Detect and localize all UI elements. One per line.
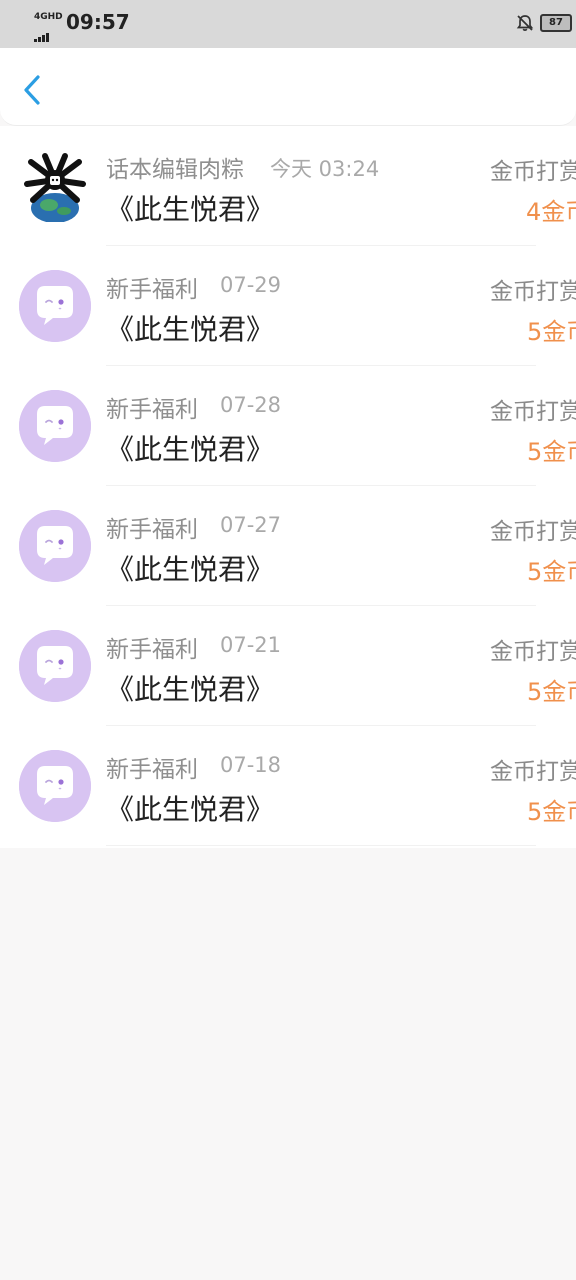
chat-bubble-avatar[interactable] (19, 510, 91, 582)
reward-type: 金币打赏 (490, 519, 576, 545)
sender-name: 新手福利 (106, 517, 198, 543)
battery-icon: 87 (540, 14, 572, 32)
reward-record-list: 话本编辑肉粽今天 03:24《此生悦君》金币打赏4金币 新手福利07-29《此生… (0, 126, 576, 848)
book-title: 《此生悦君》 (106, 313, 275, 346)
reward-amount: 5金币 (527, 318, 576, 346)
status-bar: 4GHD 09:57 87 (0, 0, 576, 48)
back-icon[interactable] (14, 70, 50, 110)
sender-name: 新手福利 (106, 757, 198, 783)
chat-bubble-avatar[interactable] (19, 630, 91, 702)
book-title: 《此生悦君》 (106, 673, 275, 706)
reward-type: 金币打赏 (490, 639, 576, 665)
record-date: 07-27 (220, 513, 282, 537)
reward-amount: 5金币 (527, 678, 576, 706)
battery-level: 87 (549, 17, 563, 28)
row-divider (106, 845, 536, 846)
book-title: 《此生悦君》 (106, 553, 275, 586)
reward-type: 金币打赏 (490, 759, 576, 785)
list-item[interactable]: 新手福利 07-27 《此生悦君》 金币打赏 5金币 (0, 486, 576, 606)
chat-bubble-avatar[interactable] (19, 270, 91, 342)
notification-mute-icon (515, 13, 535, 33)
signal-icon: 4GHD (34, 12, 63, 42)
editor-avatar[interactable] (19, 150, 91, 223)
reward-type: 金币打赏 (490, 159, 576, 185)
record-date: 07-29 (220, 273, 282, 297)
list-item[interactable]: 新手福利 07-21 《此生悦君》 金币打赏 5金币 (0, 606, 576, 726)
record-date: 07-21 (220, 633, 282, 657)
reward-amount: 5金币 (527, 798, 576, 826)
sender-name: 新手福利 (106, 397, 198, 423)
reward-amount: 5金币 (527, 438, 576, 466)
record-date: 07-28 (220, 393, 282, 417)
list-item[interactable]: 新手福利 07-28 《此生悦君》 金币打赏 5金币 (0, 366, 576, 486)
sender-name: 新手福利 (106, 637, 198, 663)
sender-name: 新手福利 (106, 277, 198, 303)
reward-type: 金币打赏 (490, 279, 576, 305)
reward-amount: 4金币 (526, 198, 576, 226)
record-date: 今天 03:24 (270, 157, 380, 181)
sender-name: 话本编辑肉粽 (106, 157, 244, 183)
network-type: 4GHD (34, 12, 63, 22)
list-item[interactable]: 话本编辑肉粽 今天 03:24 《此生悦君》 金币打赏 4金币 (0, 126, 576, 246)
record-date: 07-18 (220, 753, 282, 777)
book-title: 《此生悦君》 (106, 433, 275, 466)
book-title: 《此生悦君》 (106, 193, 275, 226)
chat-bubble-avatar[interactable] (19, 750, 91, 822)
list-item[interactable]: 新手福利 07-18 《此生悦君》 金币打赏 5金币 (0, 726, 576, 846)
chat-bubble-avatar[interactable] (19, 390, 91, 462)
nav-bar (0, 48, 576, 126)
reward-amount: 5金币 (527, 558, 576, 586)
book-title: 《此生悦君》 (106, 793, 275, 826)
status-time: 09:57 (66, 10, 130, 34)
list-item[interactable]: 新手福利 07-29 《此生悦君》 金币打赏 5金币 (0, 246, 576, 366)
reward-type: 金币打赏 (490, 399, 576, 425)
